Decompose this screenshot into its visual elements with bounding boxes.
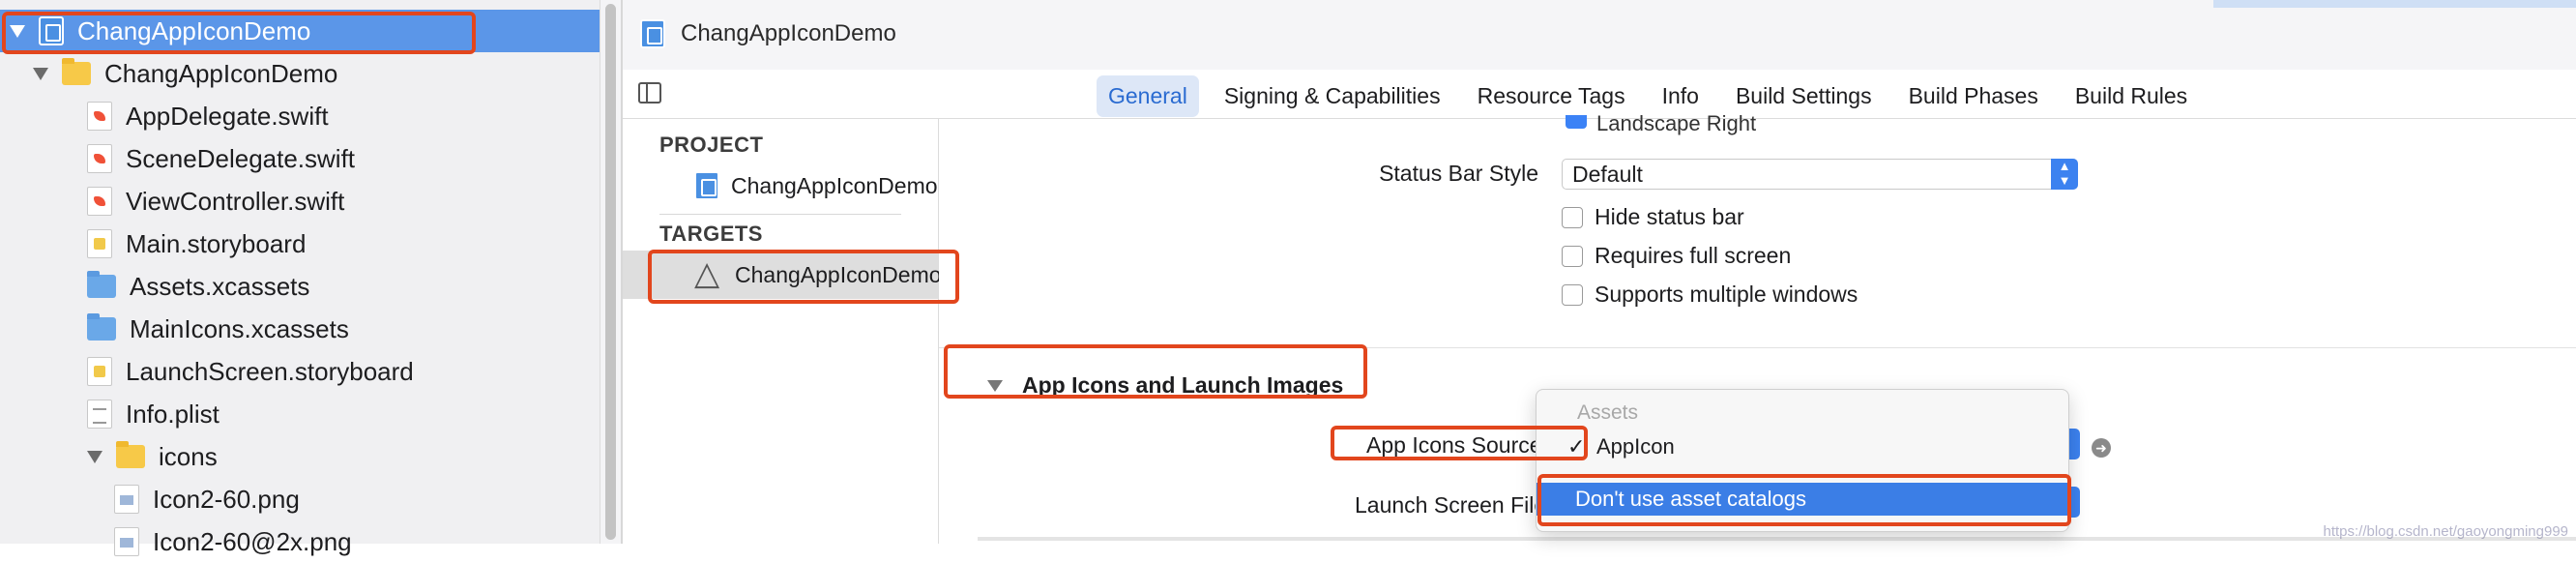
menu-item-appicon-label: AppIcon — [1596, 434, 1675, 459]
requires-full-screen-label: Requires full screen — [1595, 243, 1792, 268]
requires-full-screen-checkbox[interactable] — [1562, 245, 1583, 267]
storyboard-file-icon — [87, 229, 112, 258]
launch-screen-file-label: Launch Screen File — [1355, 492, 1547, 518]
navigator-scroll-thumb[interactable] — [605, 4, 616, 540]
navigator-item[interactable]: Icon2-60@2x.png — [0, 520, 600, 563]
supports-multiple-windows-row[interactable]: Supports multiple windows — [1562, 282, 1858, 308]
annotation-app-icons-source — [1331, 426, 1588, 460]
section-divider — [659, 214, 901, 215]
navigator-item-label: Assets.xcassets — [130, 271, 310, 301]
editor-title-label: ChangAppIconDemo — [681, 20, 896, 46]
landscape-right-checkbox[interactable] — [1566, 115, 1587, 129]
navigator-item[interactable]: SceneDelegate.swift — [0, 137, 600, 180]
navigator-item-label: AppDelegate.swift — [126, 101, 329, 131]
navigator-item-label: ViewController.swift — [126, 186, 345, 216]
navigator-scrollbar[interactable] — [600, 0, 622, 544]
folder-icon — [62, 58, 91, 85]
navigator-item[interactable]: MainIcons.xcassets — [0, 308, 600, 350]
asset-catalog-icon — [87, 271, 116, 298]
project-icon — [694, 171, 719, 200]
navigator-item[interactable]: Icon2-60.png — [0, 478, 600, 520]
navigator-item[interactable]: Assets.xcassets — [0, 265, 600, 308]
navigator-item[interactable]: LaunchScreen.storyboard — [0, 350, 600, 393]
hide-status-bar-checkbox[interactable] — [1562, 206, 1583, 228]
project-item[interactable]: ChangAppIconDemo — [623, 162, 938, 210]
navigator-item-label: LaunchScreen.storyboard — [126, 356, 414, 386]
toolbar-highlight-strip — [2213, 0, 2576, 8]
targets-section-header: TARGETS — [659, 222, 763, 246]
watermark: https://blog.csdn.net/gaoyongming999 — [2323, 523, 2568, 540]
swift-file-icon — [87, 144, 112, 173]
disclosure-triangle-icon[interactable] — [33, 67, 48, 80]
tab-build-rules[interactable]: Build Rules — [2064, 75, 2199, 117]
navigator-item-label: Info.plist — [126, 399, 220, 429]
navigator-item[interactable]: AppDelegate.swift — [0, 95, 600, 137]
sidebar-toggle-icon[interactable] — [638, 82, 661, 104]
project-section-header: PROJECT — [659, 133, 764, 157]
navigator-item[interactable]: ViewController.swift — [0, 180, 600, 222]
folder-icon — [116, 441, 145, 468]
image-file-icon — [114, 527, 139, 556]
status-bar-style-value: Default — [1572, 162, 1643, 187]
navigator-item-label: SceneDelegate.swift — [126, 143, 356, 173]
navigator-item-label: Icon2-60.png — [153, 484, 300, 514]
annotation-project-row — [2, 12, 476, 54]
navigator-item-label: ChangAppIconDemo — [104, 58, 338, 88]
project-item-label: ChangAppIconDemo — [731, 172, 938, 198]
navigator-item[interactable]: Main.storyboard — [0, 222, 600, 265]
asset-catalog-icon — [87, 313, 116, 341]
requires-full-screen-row[interactable]: Requires full screen — [1562, 243, 1791, 269]
navigator-item[interactable]: Info.plist — [0, 393, 600, 435]
tab-signing-capabilities[interactable]: Signing & Capabilities — [1213, 75, 1452, 117]
tab-general[interactable]: General — [1097, 75, 1199, 117]
editor-breadcrumb[interactable]: ChangAppIconDemo — [640, 19, 896, 48]
go-to-arrow-icon[interactable]: ➜ — [2092, 438, 2111, 458]
storyboard-file-icon — [87, 357, 112, 386]
supports-multiple-windows-label: Supports multiple windows — [1595, 282, 1859, 307]
landscape-right-label: Landscape Right — [1596, 111, 1757, 135]
navigator-item-label: icons — [159, 441, 218, 471]
project-navigator: ChangAppIconDemo ChangAppIconDemo AppDeleg… — [0, 0, 600, 556]
navigator-item[interactable]: ChangAppIconDemo — [0, 52, 600, 95]
navigator-item[interactable]: icons — [0, 435, 600, 478]
status-bar-style-label: Status Bar Style — [1379, 161, 1538, 186]
image-file-icon — [114, 485, 139, 514]
plist-file-icon — [87, 400, 112, 429]
hide-status-bar-row[interactable]: Hide status bar — [1562, 204, 1744, 230]
project-icon — [640, 19, 665, 48]
swift-file-icon — [87, 187, 112, 216]
tab-build-phases[interactable]: Build Phases — [1897, 75, 2050, 117]
status-bar-style-popup[interactable]: Default ▲ ▼ — [1562, 159, 2078, 190]
navigator-item-label: Icon2-60@2x.png — [153, 526, 352, 556]
disclosure-triangle-icon[interactable] — [87, 450, 102, 463]
annotation-dont-use-asset-catalogs — [1537, 474, 2071, 526]
menu-section-header: Assets — [1577, 401, 1639, 424]
editor-jump-bar: ChangAppIconDemo — [623, 0, 2576, 71]
annotation-section-header — [944, 344, 1367, 399]
supports-multiple-windows-checkbox[interactable] — [1562, 283, 1583, 306]
hide-status-bar-label: Hide status bar — [1595, 204, 1744, 229]
annotation-target-row — [648, 250, 959, 304]
navigator-item-label: MainIcons.xcassets — [130, 313, 349, 343]
menu-item-appicon[interactable]: ✓ AppIcon — [1537, 430, 2068, 463]
project-targets-list: PROJECT ChangAppIconDemo TARGETS ChangAp… — [623, 119, 942, 544]
swift-file-icon — [87, 102, 112, 131]
chevron-updown-icon: ▲ ▼ — [2051, 159, 2078, 190]
navigator-item-label: Main.storyboard — [126, 228, 307, 258]
